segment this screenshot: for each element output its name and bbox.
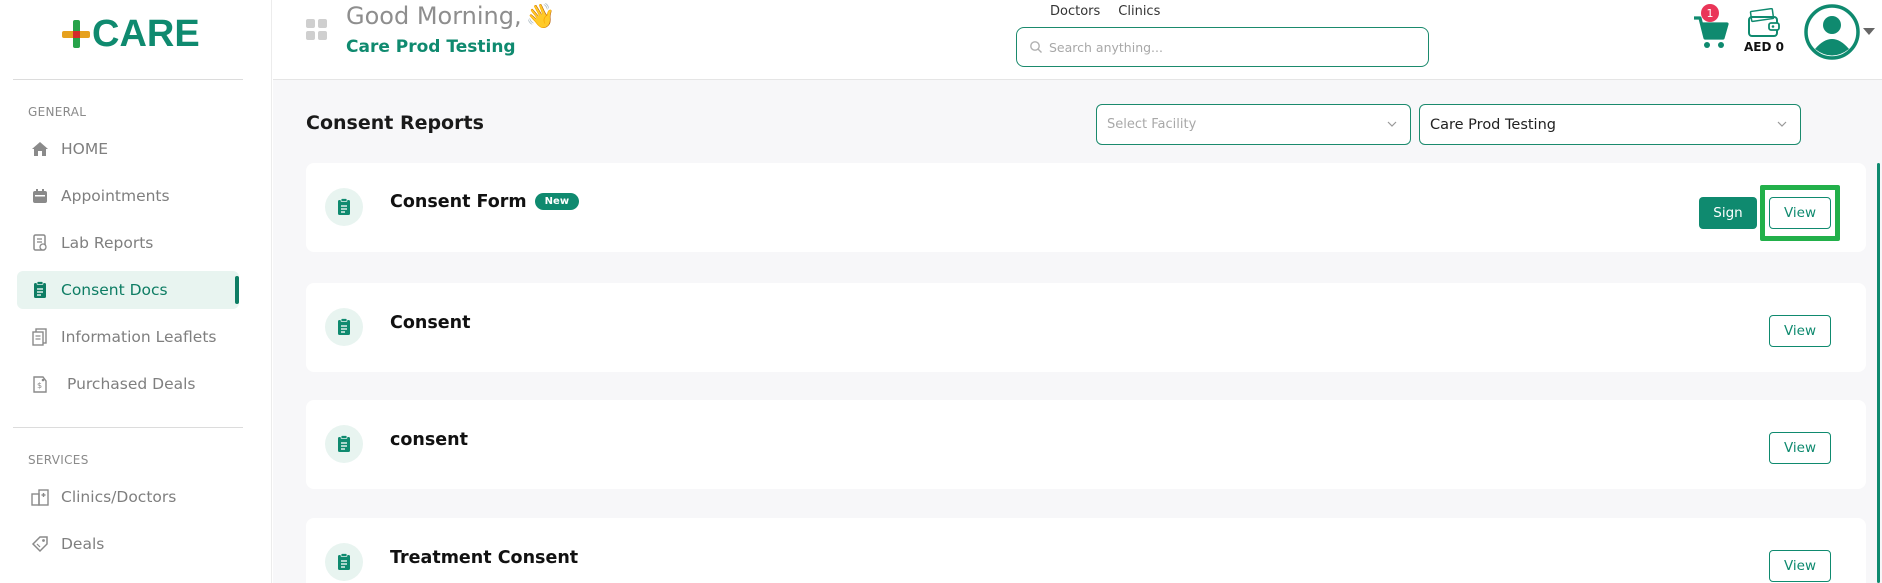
home-icon bbox=[31, 140, 49, 158]
greeting-text: Good Morning, bbox=[346, 2, 522, 30]
sidebar-divider bbox=[13, 427, 243, 428]
clipboard-icon bbox=[325, 543, 363, 581]
search-icon bbox=[1030, 41, 1042, 53]
consent-title: Consent bbox=[390, 313, 471, 333]
view-button[interactable]: View bbox=[1769, 550, 1831, 582]
sidebar-item-label: HOME bbox=[61, 140, 109, 158]
sidebar-item-home[interactable]: HOME bbox=[17, 130, 239, 168]
logo-cross-icon bbox=[62, 20, 90, 48]
consent-title: Treatment Consent bbox=[390, 548, 579, 568]
facility-name: Care Prod Testing bbox=[346, 37, 516, 57]
logo[interactable]: CARE bbox=[62, 12, 200, 56]
consent-title: consent bbox=[390, 430, 468, 450]
consent-list: Consent Form New Sign View Consent View c… bbox=[306, 163, 1880, 583]
search-tabs: Doctors Clinics bbox=[1050, 4, 1160, 19]
lab-report-icon bbox=[31, 234, 49, 252]
section-label-general: GENERAL bbox=[28, 105, 87, 119]
sidebar-item-label: Information Leaflets bbox=[61, 328, 217, 346]
clipboard-icon bbox=[325, 188, 363, 226]
view-button[interactable]: View bbox=[1769, 315, 1831, 347]
sidebar-item-label: Lab Reports bbox=[61, 234, 154, 252]
view-button[interactable]: View bbox=[1769, 432, 1831, 464]
sidebar: CARE GENERAL HOME Appointments Lab Repor… bbox=[0, 0, 272, 583]
consent-title-text: Consent Form bbox=[390, 192, 527, 212]
list-item: Consent Form New Sign View bbox=[306, 163, 1866, 252]
list-item: Treatment Consent View bbox=[306, 518, 1866, 583]
sidebar-item-label: Purchased Deals bbox=[67, 375, 196, 393]
search-tab-clinics[interactable]: Clinics bbox=[1118, 4, 1160, 19]
top-bar: Good Morning, 👋 Care Prod Testing Doctors… bbox=[273, 0, 1882, 80]
clipboard-icon bbox=[31, 281, 49, 299]
sign-button[interactable]: Sign bbox=[1699, 197, 1757, 229]
leaflet-icon bbox=[31, 328, 49, 346]
sidebar-item-appointments[interactable]: Appointments bbox=[17, 177, 239, 215]
cart-count-badge: 1 bbox=[1701, 4, 1719, 22]
search-tab-doctors[interactable]: Doctors bbox=[1050, 4, 1100, 19]
sidebar-item-information-leaflets[interactable]: Information Leaflets bbox=[17, 318, 239, 356]
purchased-deals-icon: $ bbox=[31, 375, 49, 393]
sidebar-item-label: Clinics/Doctors bbox=[61, 488, 177, 506]
clinic-select[interactable]: Care Prod Testing bbox=[1419, 104, 1801, 145]
facility-select-placeholder: Select Facility bbox=[1107, 117, 1197, 132]
apps-grid-icon[interactable] bbox=[306, 19, 328, 41]
greeting: Good Morning, 👋 bbox=[346, 2, 556, 30]
sidebar-item-label: Appointments bbox=[61, 187, 170, 205]
list-item: Consent View bbox=[306, 283, 1866, 372]
new-badge: New bbox=[534, 193, 580, 210]
user-avatar-icon[interactable] bbox=[1804, 4, 1860, 60]
clipboard-icon bbox=[325, 425, 363, 463]
sidebar-item-label: Deals bbox=[61, 535, 105, 553]
sidebar-item-deals[interactable]: Deals bbox=[17, 525, 239, 563]
highlight-box bbox=[1760, 185, 1840, 241]
sidebar-item-purchased-deals[interactable]: $ Purchased Deals bbox=[17, 365, 239, 403]
logo-text: CARE bbox=[92, 12, 200, 55]
main-content: Good Morning, 👋 Care Prod Testing Doctors… bbox=[273, 0, 1882, 583]
list-item: consent View bbox=[306, 400, 1866, 489]
facility-select[interactable]: Select Facility bbox=[1096, 104, 1411, 145]
calendar-icon bbox=[31, 187, 49, 205]
scrollbar[interactable] bbox=[1877, 163, 1880, 583]
clipboard-icon bbox=[325, 308, 363, 346]
clinic-select-value: Care Prod Testing bbox=[1430, 116, 1556, 133]
section-label-services: SERVICES bbox=[28, 453, 89, 467]
sidebar-divider bbox=[13, 79, 243, 80]
chevron-down-icon bbox=[1777, 121, 1787, 127]
sidebar-item-lab-reports[interactable]: Lab Reports bbox=[17, 224, 239, 262]
tag-icon bbox=[31, 535, 49, 553]
sidebar-item-label: Consent Docs bbox=[61, 281, 168, 299]
hospital-icon bbox=[31, 488, 49, 506]
wallet-amount: AED 0 bbox=[1744, 40, 1784, 54]
search-input[interactable] bbox=[1049, 39, 1409, 55]
sidebar-item-clinics-doctors[interactable]: Clinics/Doctors bbox=[17, 478, 239, 516]
page-title: Consent Reports bbox=[306, 112, 484, 134]
sidebar-item-consent-docs[interactable]: Consent Docs bbox=[17, 271, 239, 309]
search-box[interactable] bbox=[1016, 27, 1429, 67]
waving-hand-icon: 👋 bbox=[525, 2, 556, 30]
chevron-down-icon bbox=[1387, 121, 1397, 127]
consent-title: Consent Form New bbox=[390, 192, 580, 212]
chevron-down-icon[interactable] bbox=[1863, 28, 1875, 35]
wallet-icon[interactable] bbox=[1747, 7, 1781, 38]
svg-text:$: $ bbox=[37, 381, 42, 390]
